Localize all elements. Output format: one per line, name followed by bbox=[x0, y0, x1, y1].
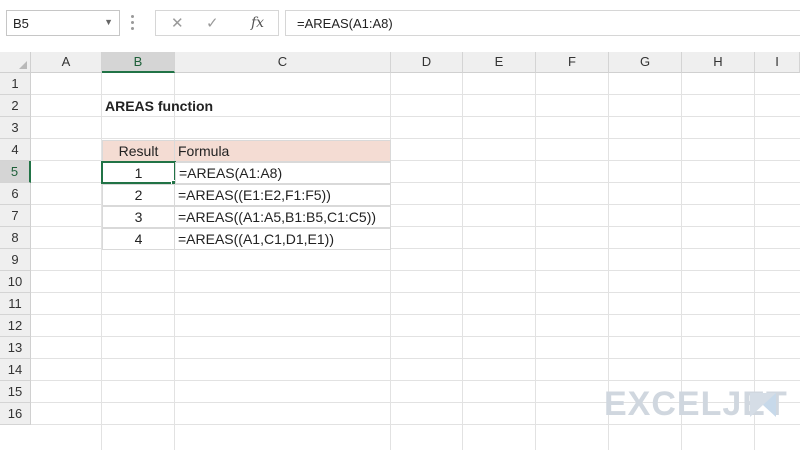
insert-function-icon[interactable]: fx bbox=[251, 15, 264, 31]
gridline bbox=[31, 138, 800, 139]
gridline bbox=[31, 116, 800, 117]
column-header-e[interactable]: E bbox=[463, 52, 536, 73]
gridline bbox=[31, 270, 800, 271]
row-header-8[interactable]: 8 bbox=[0, 227, 31, 249]
row-header-3[interactable]: 3 bbox=[0, 117, 31, 139]
row-header-10[interactable]: 10 bbox=[0, 271, 31, 293]
active-cell-b5[interactable]: 1 bbox=[101, 161, 176, 184]
gridline bbox=[31, 336, 800, 337]
table-cell-formula[interactable]: =AREAS(A1:A8) bbox=[175, 162, 391, 184]
column-header-d[interactable]: D bbox=[391, 52, 463, 73]
formula-bar: B5 ▼ ✕ ✓ fx =AREAS(A1:A8) bbox=[0, 0, 800, 47]
table-header-formula[interactable]: Formula bbox=[174, 140, 391, 162]
formula-input-value: =AREAS(A1:A8) bbox=[297, 16, 393, 31]
table-header-result[interactable]: Result bbox=[102, 140, 175, 162]
gridline bbox=[101, 73, 102, 450]
name-box-value: B5 bbox=[13, 16, 29, 31]
table-cell-result[interactable]: 4 bbox=[102, 228, 175, 250]
gridline bbox=[462, 73, 463, 450]
gridline bbox=[174, 73, 175, 450]
gridline bbox=[31, 94, 800, 95]
exceljet-arrow-icon bbox=[750, 393, 776, 417]
exceljet-logo: EXCELJET bbox=[604, 386, 788, 422]
row-header-6[interactable]: 6 bbox=[0, 183, 31, 205]
row-header-14[interactable]: 14 bbox=[0, 359, 31, 381]
gridline bbox=[31, 424, 800, 425]
enter-icon[interactable]: ✓ bbox=[206, 14, 219, 32]
select-all-button[interactable] bbox=[0, 52, 31, 73]
gridline bbox=[390, 73, 391, 450]
column-header-b[interactable]: B bbox=[102, 52, 175, 73]
row-header-7[interactable]: 7 bbox=[0, 205, 31, 227]
gridline bbox=[535, 73, 536, 450]
row-header-9[interactable]: 9 bbox=[0, 249, 31, 271]
column-header-h[interactable]: H bbox=[682, 52, 755, 73]
gridline bbox=[31, 292, 800, 293]
formula-input[interactable]: =AREAS(A1:A8) bbox=[285, 10, 800, 36]
name-box[interactable]: B5 ▼ bbox=[6, 10, 120, 36]
row-header-4[interactable]: 4 bbox=[0, 139, 31, 161]
row-header-1[interactable]: 1 bbox=[0, 73, 31, 95]
column-header-g[interactable]: G bbox=[609, 52, 682, 73]
row-header-16[interactable]: 16 bbox=[0, 403, 31, 425]
table-cell-formula[interactable]: =AREAS((E1:E2,F1:F5)) bbox=[174, 184, 391, 206]
column-header-f[interactable]: F bbox=[536, 52, 609, 73]
table-cell-formula[interactable]: =AREAS((A1,C1,D1,E1)) bbox=[174, 228, 391, 250]
row-header-2[interactable]: 2 bbox=[0, 95, 31, 117]
table-cell-formula[interactable]: =AREAS((A1:A5,B1:B5,C1:C5)) bbox=[174, 206, 391, 228]
table-cell-result[interactable]: 2 bbox=[102, 184, 175, 206]
column-header-i[interactable]: I bbox=[755, 52, 800, 73]
row-header-5[interactable]: 5 bbox=[0, 161, 31, 183]
cancel-icon[interactable]: ✕ bbox=[171, 14, 184, 32]
row-header-12[interactable]: 12 bbox=[0, 315, 31, 337]
gridline bbox=[31, 314, 800, 315]
sheet-title[interactable]: AREAS function bbox=[105, 98, 213, 114]
row-header-11[interactable]: 11 bbox=[0, 293, 31, 315]
formula-bar-grip-icon bbox=[131, 13, 135, 33]
row-header-15[interactable]: 15 bbox=[0, 381, 31, 403]
table-cell-result[interactable]: 3 bbox=[102, 206, 175, 228]
gridline bbox=[31, 358, 800, 359]
column-header-a[interactable]: A bbox=[31, 52, 102, 73]
chevron-down-icon[interactable]: ▼ bbox=[104, 17, 113, 27]
column-header-c[interactable]: C bbox=[175, 52, 391, 73]
gridline bbox=[31, 380, 800, 381]
formula-buttons: ✕ ✓ fx bbox=[155, 10, 279, 36]
row-header-13[interactable]: 13 bbox=[0, 337, 31, 359]
